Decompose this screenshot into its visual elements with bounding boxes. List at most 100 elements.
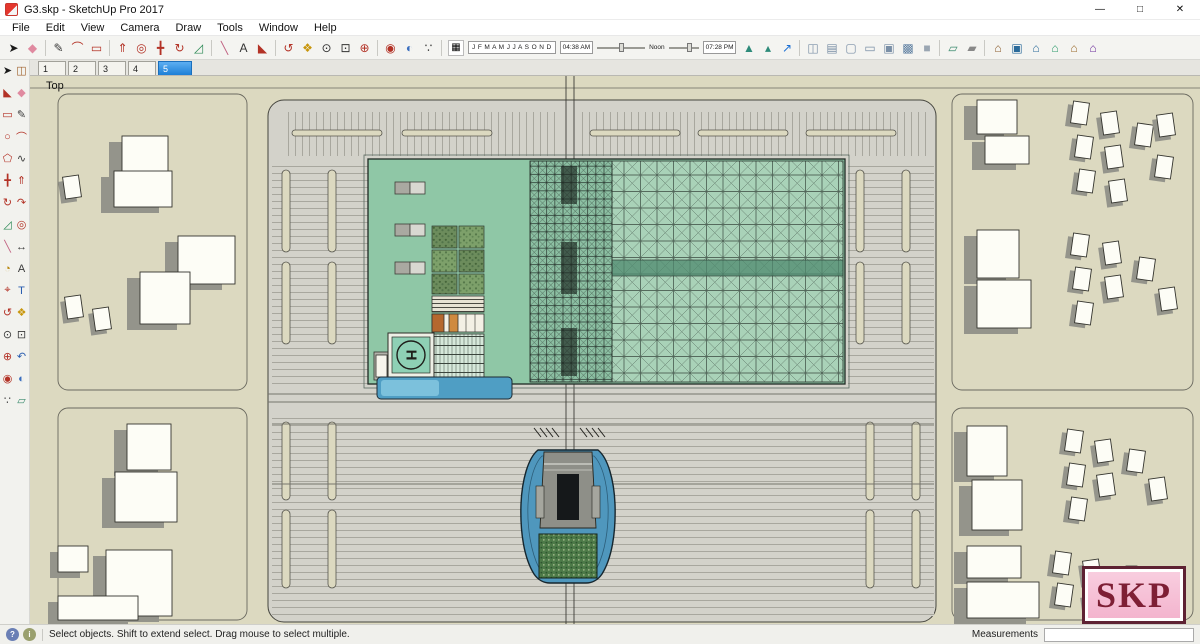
scale-tool-icon[interactable]: ◿ (189, 38, 208, 57)
left-view-icon[interactable]: ⌂ (1083, 38, 1102, 57)
eraser-tool-icon[interactable]: ◆ (23, 38, 42, 57)
text-tool-icon[interactable]: A (234, 38, 253, 57)
scene-tab-2[interactable]: 2 (68, 61, 96, 75)
menu-view[interactable]: View (73, 22, 113, 34)
shaded-style-icon[interactable]: ▣ (879, 38, 898, 57)
right-view-icon[interactable]: ⌂ (1045, 38, 1064, 57)
back-view-icon[interactable]: ⌂ (1064, 38, 1083, 57)
shadow-dialog-icon[interactable]: ▦ (448, 39, 464, 56)
textured-style-icon[interactable]: ▩ (898, 38, 917, 57)
zoom-extents-icon[interactable]: ⊕ (1, 349, 15, 364)
line-tool-icon[interactable]: ✎ (15, 107, 29, 122)
wireframe-style-icon[interactable]: ▢ (841, 38, 860, 57)
monochrome-style-icon[interactable]: ■ (917, 38, 936, 57)
close-button[interactable]: ✕ (1160, 0, 1200, 19)
shadow-time-slider[interactable] (597, 41, 646, 54)
slider-thumb[interactable] (618, 43, 624, 52)
position-camera-icon[interactable]: ◉ (381, 38, 400, 57)
look-around-icon[interactable]: ◐ (400, 38, 419, 57)
section-plane-icon[interactable]: ▱ (15, 393, 29, 408)
terrain-icon[interactable]: ▲ (739, 38, 758, 57)
zoom-extents-icon[interactable]: ⊕ (355, 38, 374, 57)
circle-tool-icon[interactable]: ○ (1, 129, 15, 144)
viewport-canvas[interactable]: H (30, 76, 1200, 624)
zoom-tool-icon[interactable]: ⊙ (317, 38, 336, 57)
rotate-tool-icon[interactable]: ↻ (1, 195, 15, 210)
move-tool-icon[interactable]: ╋ (151, 38, 170, 57)
back-edges-style-icon[interactable]: ▤ (822, 38, 841, 57)
walk-tool-icon[interactable]: ∵ (1, 393, 15, 408)
polygon-tool-icon[interactable]: ⬠ (1, 151, 15, 166)
protractor-tool-icon[interactable]: ◔ (1, 261, 15, 276)
menu-draw[interactable]: Draw (167, 22, 209, 34)
rectangle-tool-icon[interactable]: ▭ (1, 107, 15, 122)
rotate-tool-icon[interactable]: ↻ (170, 38, 189, 57)
section-cuts-icon[interactable]: ▰ (962, 38, 981, 57)
helipad[interactable]: H (387, 332, 435, 378)
modeling-viewport[interactable]: Top H SKP (30, 76, 1200, 624)
main-building[interactable]: H (363, 154, 850, 400)
shadow-date-slider[interactable]: J F M A M J J A S O N D (468, 41, 556, 54)
scene-tab-4[interactable]: 4 (128, 61, 156, 75)
menu-help[interactable]: Help (306, 22, 345, 34)
select-tool-icon[interactable]: ➤ (1, 63, 15, 78)
zoom-tool-icon[interactable]: ⊙ (1, 327, 15, 342)
arc-tool-icon[interactable]: ⌒ (15, 129, 29, 144)
zoom-window-icon[interactable]: ⊡ (15, 327, 29, 342)
hidden-line-style-icon[interactable]: ▭ (860, 38, 879, 57)
axes-tool-icon[interactable]: ⌖ (1, 283, 15, 298)
pan-tool-icon[interactable]: ❖ (298, 38, 317, 57)
position-camera-icon[interactable]: ◉ (1, 371, 15, 386)
eraser-tool-icon[interactable]: ◆ (15, 85, 29, 100)
menu-file[interactable]: File (4, 22, 38, 34)
top-view-icon[interactable]: ▣ (1007, 38, 1026, 57)
menu-edit[interactable]: Edit (38, 22, 73, 34)
dimension-tool-icon[interactable]: ↔ (15, 239, 29, 254)
text-tool-icon[interactable]: A (15, 261, 29, 276)
account-icon[interactable]: i (23, 628, 36, 641)
chart-icon[interactable]: ↗ (777, 38, 796, 57)
arc-tool-icon[interactable]: ⌒ (68, 38, 87, 57)
move-tool-icon[interactable]: ╋ (1, 173, 15, 188)
3d-text-tool-icon[interactable]: T (15, 283, 29, 298)
push-pull-tool-icon[interactable]: ⇑ (15, 173, 29, 188)
scene-tab-1[interactable]: 1 (38, 61, 66, 75)
add-detail-icon[interactable]: ▴ (758, 38, 777, 57)
tape-measure-icon[interactable]: ╲ (1, 239, 15, 254)
paint-bucket-icon[interactable]: ◣ (1, 85, 15, 100)
make-component-icon[interactable]: ◫ (15, 63, 29, 78)
shadow-time-slider-2[interactable] (668, 41, 699, 54)
water-feature[interactable] (376, 376, 513, 400)
tape-measure-icon[interactable]: ╲ (215, 38, 234, 57)
shapes-tool-icon[interactable]: ▭ (87, 38, 106, 57)
freehand-tool-icon[interactable]: ∿ (15, 151, 29, 166)
offset-tool-icon[interactable]: ◎ (15, 217, 29, 232)
scene-tab-5[interactable]: 5 (158, 61, 192, 75)
pool-garden[interactable] (538, 533, 598, 579)
look-around-icon[interactable]: ◐ (15, 371, 29, 386)
help-icon[interactable]: ? (6, 628, 19, 641)
menu-camera[interactable]: Camera (112, 22, 167, 34)
offset-tool-icon[interactable]: ◎ (132, 38, 151, 57)
push-pull-tool-icon[interactable]: ⇑ (113, 38, 132, 57)
maximize-button[interactable]: □ (1120, 0, 1160, 19)
walk-tool-icon[interactable]: ∵ (419, 38, 438, 57)
orbit-tool-icon[interactable]: ↺ (1, 305, 15, 320)
pan-tool-icon[interactable]: ❖ (15, 305, 29, 320)
front-view-icon[interactable]: ⌂ (1026, 38, 1045, 57)
line-tool-icon[interactable]: ✎ (49, 38, 68, 57)
scene-tab-3[interactable]: 3 (98, 61, 126, 75)
scale-tool-icon[interactable]: ◿ (1, 217, 15, 232)
measurements-input[interactable] (1044, 627, 1194, 642)
orbit-tool-icon[interactable]: ↺ (279, 38, 298, 57)
xray-style-icon[interactable]: ◫ (803, 38, 822, 57)
previous-view-icon[interactable]: ↶ (15, 349, 29, 364)
paint-bucket-icon[interactable]: ◣ (253, 38, 272, 57)
iso-view-icon[interactable]: ⌂ (988, 38, 1007, 57)
zoom-window-icon[interactable]: ⊡ (336, 38, 355, 57)
menu-window[interactable]: Window (251, 22, 306, 34)
slider-thumb[interactable] (686, 43, 692, 52)
minimize-button[interactable]: — (1080, 0, 1120, 19)
select-tool-icon[interactable]: ➤ (4, 38, 23, 57)
section-plane-icon[interactable]: ▱ (943, 38, 962, 57)
